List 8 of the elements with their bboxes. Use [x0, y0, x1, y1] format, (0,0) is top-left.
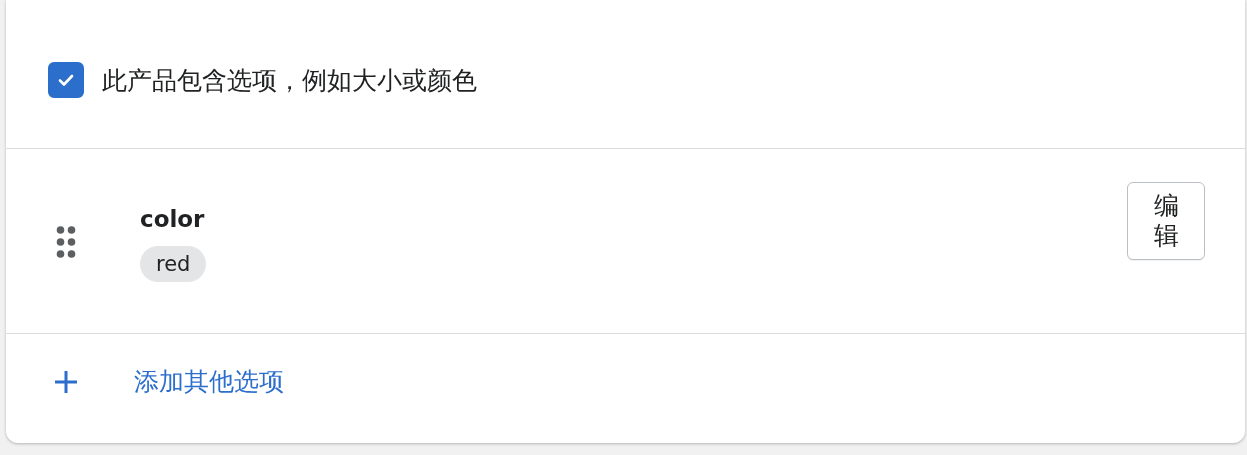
option-name: color	[140, 206, 206, 232]
checkbox-label: 此产品包含选项，例如大小或颜色	[102, 64, 477, 97]
drag-handle-icon[interactable]	[56, 226, 76, 258]
edit-button[interactable]: 编辑	[1127, 182, 1205, 260]
option-value-tag: red	[140, 246, 207, 282]
plus-icon[interactable]	[54, 369, 78, 394]
add-option-link[interactable]: 添加其他选项	[134, 365, 284, 398]
checkbox[interactable]	[48, 62, 84, 98]
